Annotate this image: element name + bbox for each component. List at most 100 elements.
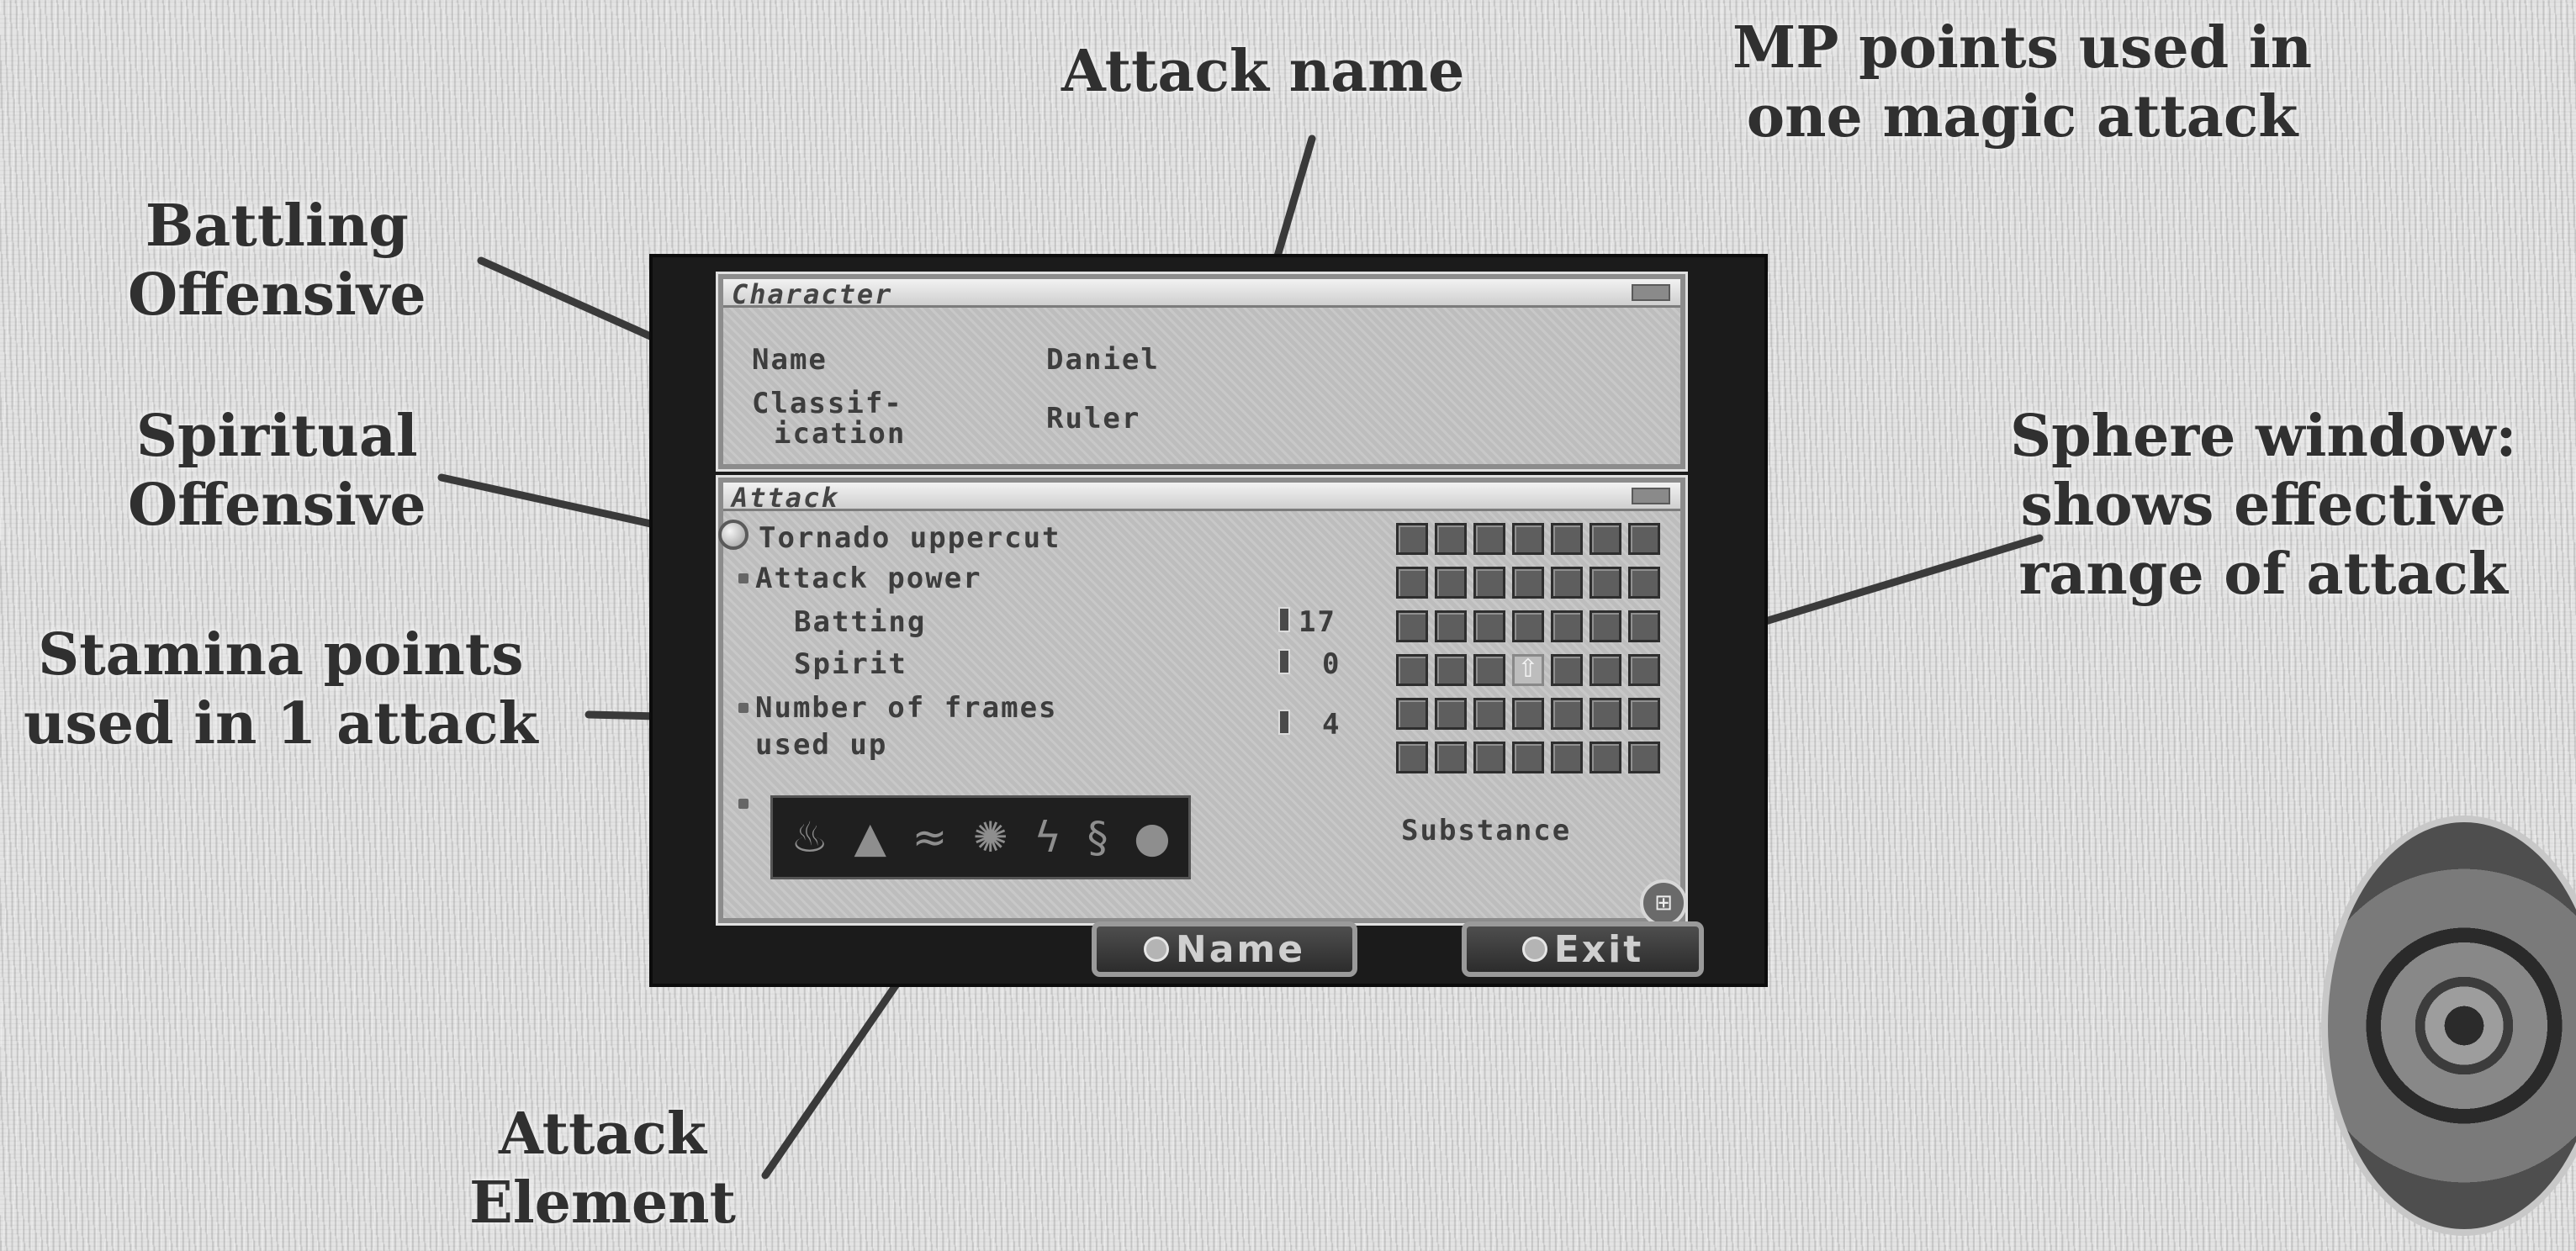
callout-spiritual-line-1: Spiritual [135, 403, 418, 470]
callout-stamina-line-1: Stamina points [38, 621, 524, 689]
sphere-cell [1628, 523, 1660, 555]
sphere-cell [1551, 698, 1583, 730]
callout-mp-points: MP points used in one magic attack [1732, 13, 2312, 151]
sphere-cell [1473, 567, 1505, 599]
sphere-cell [1473, 742, 1505, 773]
light-element-icon: § [1087, 813, 1108, 862]
earth-element-icon: ▲ [854, 813, 886, 862]
callout-sphere-window: Sphere window: shows effective range of … [2010, 402, 2516, 609]
attack-element-panel: ♨ ▲ ≈ ✺ ϟ § ● [770, 795, 1191, 879]
sphere-cell [1512, 742, 1544, 773]
sphere-cell [1590, 698, 1621, 730]
character-window-title: Character [732, 278, 893, 310]
lock-icon[interactable]: ⊞ [1640, 879, 1687, 926]
callout-mp-points-line-2: one magic attack [1746, 83, 2298, 150]
sphere-cell [1590, 742, 1621, 773]
sphere-cell [1628, 698, 1660, 730]
attack-window-titlebar: Attack [723, 482, 1680, 514]
lightning-element-icon: ϟ [1034, 813, 1062, 862]
sphere-cell [1473, 698, 1505, 730]
sphere-cell [1551, 654, 1583, 686]
sphere-cell [1512, 698, 1544, 730]
spirit-value-bar [1278, 649, 1290, 674]
sphere-cell [1590, 654, 1621, 686]
frames-label-line-2: used up [755, 728, 888, 762]
attack-select-gem-icon[interactable] [718, 520, 748, 550]
sphere-cell [1435, 567, 1467, 599]
battling-label: Batting [794, 605, 927, 639]
water-element-icon: ≈ [912, 813, 948, 862]
sphere-cell [1628, 567, 1660, 599]
sphere-cell [1435, 654, 1467, 686]
sphere-cell [1590, 523, 1621, 555]
circle-button-icon [1143, 937, 1169, 962]
close-icon[interactable] [1632, 488, 1670, 504]
name-value: Daniel [1046, 343, 1160, 377]
callout-spiritual-offensive: Spiritual Offensive [128, 402, 426, 540]
callout-sphere-line-1: Sphere window: [2010, 403, 2517, 470]
frames-value-bar [1278, 710, 1290, 735]
sphere-cell [1396, 742, 1428, 773]
sphere-cell [1473, 654, 1505, 686]
sphere-cell [1590, 610, 1621, 642]
sphere-cell [1628, 654, 1660, 686]
sphere-cell [1512, 523, 1544, 555]
callout-battling-offensive: Battling Offensive [128, 192, 426, 330]
name-button-label: Name [1175, 927, 1306, 971]
sphere-cell [1435, 610, 1467, 642]
character-window-titlebar: Character [723, 278, 1680, 310]
sphere-window-grid: ⇧ [1396, 523, 1660, 773]
sphere-cell [1435, 698, 1467, 730]
sphere-cell [1396, 610, 1428, 642]
callout-element-line-1: Attack [499, 1101, 706, 1168]
attack-window: Attack Tornado uppercut Attack power Bat… [716, 475, 1688, 926]
sphere-cell [1435, 523, 1467, 555]
callout-element-line-2: Element [469, 1169, 736, 1237]
callout-stamina-points: Stamina points used in 1 attack [24, 620, 538, 758]
classification-label-line-1: Classif- [752, 387, 903, 420]
sphere-cell [1396, 654, 1428, 686]
classification-value: Ruler [1046, 402, 1141, 435]
circle-button-icon [1521, 937, 1547, 962]
sphere-cell [1628, 610, 1660, 642]
sphere-cell [1551, 610, 1583, 642]
exit-button-label: Exit [1553, 927, 1644, 971]
spirit-value: 0 [1322, 647, 1341, 681]
sphere-cell [1628, 742, 1660, 773]
callout-spiritual-line-2: Offensive [128, 472, 426, 539]
close-icon[interactable] [1632, 284, 1670, 301]
fire-element-icon: ♨ [791, 813, 829, 862]
sphere-cell [1551, 567, 1583, 599]
callout-attack-name: Attack name [1061, 37, 1464, 106]
callout-sphere-line-2: shows effective [2020, 472, 2506, 539]
callout-battling-line-1: Battling [145, 193, 409, 260]
game-screen: Character Name Daniel Classif- ication R… [649, 254, 1768, 987]
sphere-cell [1396, 567, 1428, 599]
attack-window-title: Attack [732, 482, 839, 514]
attack-power-label: Attack power [755, 562, 982, 595]
sphere-cell [1551, 523, 1583, 555]
callout-attack-name-text: Attack name [1061, 38, 1465, 105]
name-label: Name [752, 343, 828, 377]
frames-bullet-icon [738, 703, 748, 713]
callout-mp-points-line-1: MP points used in [1732, 14, 2313, 82]
wind-element-icon: ✺ [972, 813, 1008, 862]
dark-element-icon: ● [1134, 813, 1171, 862]
frames-label-line-1: Number of frames [755, 691, 1058, 725]
attack-name: Tornado uppercut [759, 521, 1061, 555]
sphere-cell [1512, 567, 1544, 599]
sphere-cell [1551, 742, 1583, 773]
name-button[interactable]: Name [1092, 921, 1357, 977]
battling-value-bar [1278, 607, 1290, 632]
sphere-substance-label: Substance [1401, 814, 1572, 847]
sphere-cell [1435, 742, 1467, 773]
sphere-cell [1512, 610, 1544, 642]
attack-power-bullet-icon [738, 573, 748, 583]
sphere-cell [1473, 523, 1505, 555]
callout-stamina-line-2: used in 1 attack [24, 690, 538, 757]
sphere-cell [1396, 523, 1428, 555]
sphere-cell [1590, 567, 1621, 599]
frames-value: 4 [1322, 708, 1341, 742]
spirit-label: Spirit [794, 647, 907, 681]
exit-button[interactable]: Exit [1462, 921, 1704, 977]
